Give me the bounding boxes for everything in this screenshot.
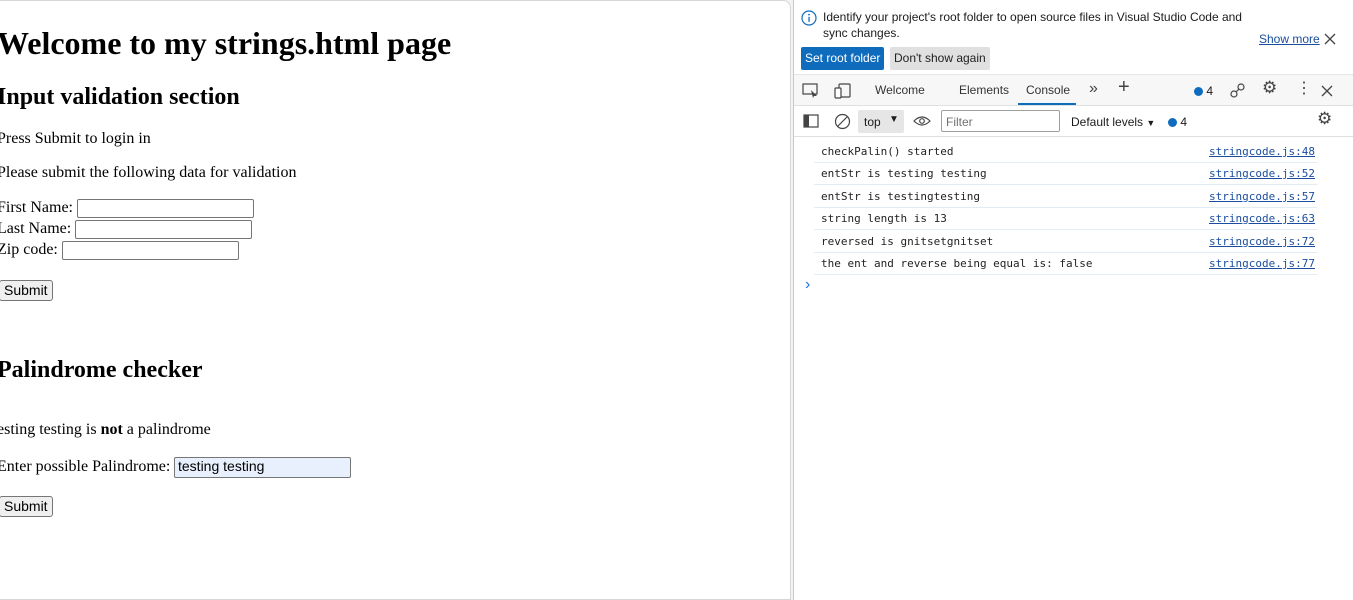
log-message: entStr is testing testing (821, 167, 987, 180)
console-log-row: string length is 13 stringcode.js:63 (814, 208, 1317, 230)
context-selector[interactable]: top ▼ (858, 110, 904, 133)
live-expression-eye-icon[interactable] (913, 115, 931, 127)
connection-icon[interactable] (1229, 82, 1247, 100)
first-name-input[interactable] (77, 199, 254, 218)
console-log-row: the ent and reverse being equal is: fals… (814, 253, 1317, 275)
log-message: the ent and reverse being equal is: fals… (821, 257, 1093, 270)
add-tab-icon[interactable]: + (1118, 77, 1130, 97)
filter-placeholder: Filter (946, 115, 973, 129)
login-submit-button[interactable]: Submit (0, 280, 53, 301)
instructions-text: Please submit the following data for val… (0, 164, 297, 181)
log-source-link[interactable]: stringcode.js:52 (1209, 167, 1315, 180)
last-name-input[interactable] (75, 220, 252, 239)
palindrome-input[interactable]: testing testing (174, 457, 351, 478)
last-name-label: Last Name: (0, 220, 72, 237)
set-root-folder-button[interactable]: Set root folder (801, 47, 885, 70)
console-issues-icon (1168, 118, 1177, 127)
levels-chevron-icon: ▼ (1146, 118, 1156, 128)
first-name-label: First Name: (0, 199, 73, 216)
log-source-link[interactable]: stringcode.js:48 (1209, 145, 1315, 158)
result-suffix: a palindrome (122, 421, 211, 438)
toggle-sidebar-icon[interactable] (803, 114, 819, 128)
result-prefix: esting testing is (0, 421, 101, 438)
filter-input[interactable]: Filter (941, 110, 1060, 132)
issues-message-icon (1194, 87, 1203, 96)
rendered-page: Welcome to my strings.html page Input va… (0, 0, 791, 600)
press-submit-text: Press Submit to login in (0, 130, 151, 147)
console-settings-icon[interactable]: ⚙ (1317, 110, 1332, 127)
console-log-row: entStr is testingtesting stringcode.js:5… (814, 186, 1317, 208)
palindrome-result-text: esting testing is not a palindrome (0, 421, 211, 439)
console-issues-indicator[interactable]: 4 (1168, 115, 1187, 129)
close-devtools-icon[interactable] (1321, 85, 1333, 97)
settings-gear-icon[interactable]: ⚙ (1262, 79, 1277, 96)
banner-message: Identify your project's root folder to o… (823, 10, 1242, 40)
console-toolbar: top ▼ Filter Default levels ▼ 4 ⚙ (794, 106, 1353, 137)
zip-code-input[interactable] (62, 241, 239, 260)
issues-count: 4 (1206, 84, 1214, 98)
log-message: entStr is testingtesting (821, 190, 980, 203)
log-message: checkPalin() started (821, 145, 954, 158)
clear-console-icon[interactable] (834, 113, 851, 130)
issues-indicator[interactable]: 4 (1194, 84, 1213, 98)
tab-elements[interactable]: Elements (959, 83, 1009, 97)
result-bold: not (100, 421, 123, 438)
log-message: reversed is gnitsetgnitset (821, 235, 994, 248)
palindrome-checker-heading: Palindrome checker (0, 357, 203, 383)
device-emulation-icon[interactable] (834, 83, 852, 99)
input-validation-heading: Input validation section (0, 84, 240, 110)
info-icon (801, 10, 817, 26)
console-prompt[interactable]: › (805, 276, 810, 294)
inspect-element-icon[interactable] (802, 83, 820, 99)
log-source-link[interactable]: stringcode.js:57 (1209, 190, 1315, 203)
console-log-row: reversed is gnitsetgnitset stringcode.js… (814, 231, 1317, 253)
log-message: string length is 13 (821, 212, 947, 225)
more-tabs-icon[interactable]: » (1089, 81, 1098, 97)
console-log-row: checkPalin() started stringcode.js:48 (814, 141, 1317, 163)
zip-code-label: Zip code: (0, 241, 58, 258)
log-source-link[interactable]: stringcode.js:72 (1209, 235, 1315, 248)
tab-welcome[interactable]: Welcome (875, 83, 925, 97)
root-folder-banner: Identify your project's root folder to o… (794, 0, 1353, 74)
dont-show-again-button[interactable]: Don't show again (890, 47, 990, 70)
close-banner-icon[interactable] (1323, 32, 1337, 46)
palindrome-label: Enter possible Palindrome: (0, 458, 171, 475)
devtools-tab-bar: Welcome Elements Console » + 4 ⚙ ⋮ (794, 74, 1353, 106)
palindrome-submit-button[interactable]: Submit (0, 496, 53, 517)
devtools-panel: Identify your project's root folder to o… (793, 0, 1353, 600)
log-source-link[interactable]: stringcode.js:77 (1209, 257, 1315, 270)
default-levels-dropdown[interactable]: Default levels ▼ (1071, 115, 1155, 129)
default-levels-label: Default levels (1071, 115, 1144, 129)
console-log-row: entStr is testing testing stringcode.js:… (814, 163, 1317, 185)
show-more-link[interactable]: Show more (1259, 32, 1320, 46)
more-options-icon[interactable]: ⋮ (1296, 81, 1312, 97)
page-heading: Welcome to my strings.html page (0, 25, 452, 61)
context-selector-value: top (864, 115, 881, 129)
log-source-link[interactable]: stringcode.js:63 (1209, 212, 1315, 225)
tab-console[interactable]: Console (1026, 83, 1070, 97)
console-issues-count: 4 (1180, 115, 1188, 129)
chevron-down-icon: ▼ (889, 114, 899, 125)
active-tab-indicator (1018, 103, 1076, 105)
